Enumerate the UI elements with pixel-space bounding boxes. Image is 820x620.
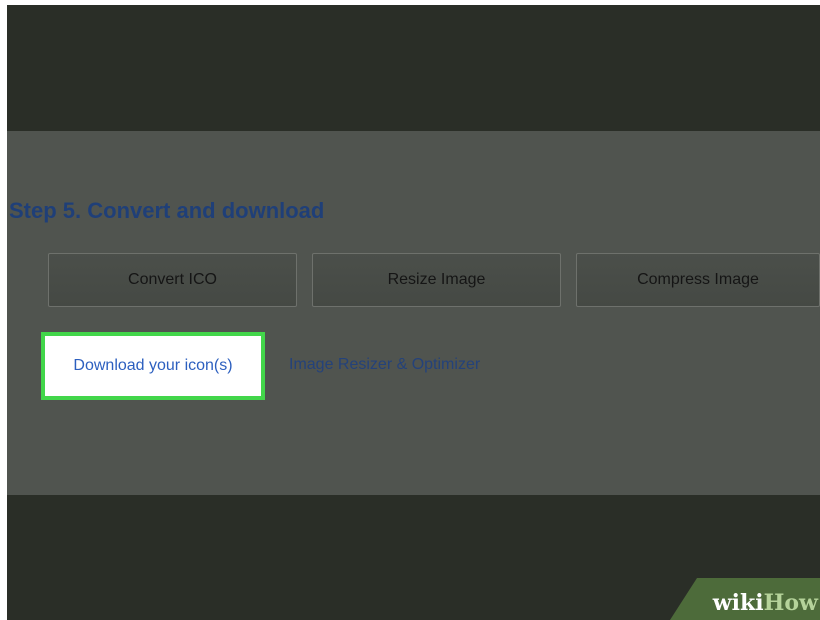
wikihow-logo-part2: How: [763, 590, 818, 616]
resize-image-button[interactable]: Resize Image: [312, 253, 561, 307]
screenshot-stage: Step 5. Convert and download Convert ICO…: [7, 5, 820, 620]
convert-ico-button[interactable]: Convert ICO: [48, 253, 297, 307]
wikihow-logo: wikiHow: [713, 590, 818, 616]
compress-image-button[interactable]: Compress Image: [576, 253, 820, 307]
image-resizer-optimizer-link[interactable]: Image Resizer & Optimizer: [289, 356, 480, 374]
step-title: Step 5. Convert and download: [9, 198, 325, 223]
wikihow-logo-part1: wiki: [712, 590, 764, 616]
convert-panel: Step 5. Convert and download Convert ICO…: [7, 131, 820, 495]
download-icons-link[interactable]: Download your icon(s): [41, 332, 265, 400]
